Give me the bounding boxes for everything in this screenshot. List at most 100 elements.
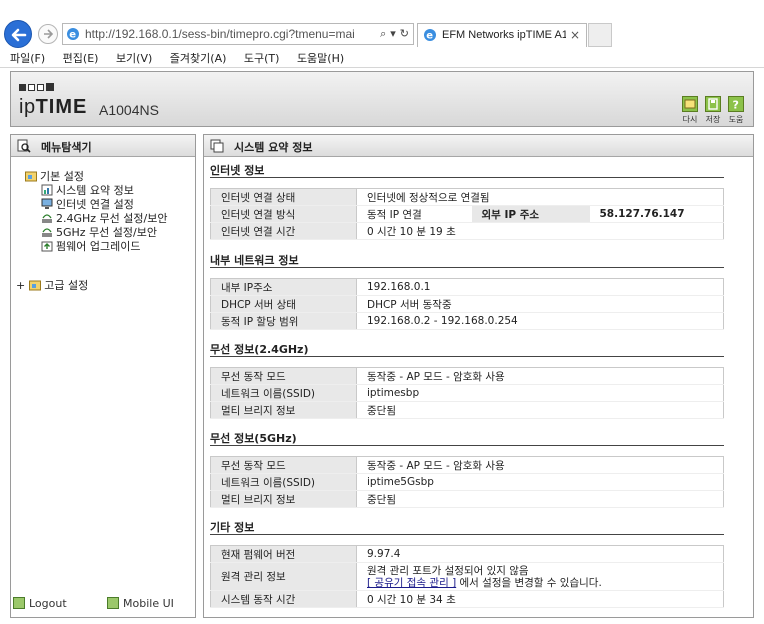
router-model: A1004NS [99, 102, 159, 118]
system-uptime: 0 시간 10 분 34 초 [356, 590, 724, 608]
row-value: iptime5Gsbp [356, 473, 724, 491]
lan-info-table: 내부 IP주소 192.168.0.1 DHCP 서버 상태 DHCP 서버 동작중… [210, 278, 724, 330]
row-value: 중단됨 [356, 490, 724, 508]
etc-info-heading: 기타 정보 [210, 521, 255, 534]
row-label: 시스템 동작 시간 [210, 590, 357, 608]
row-label: 동적 IP 할당 범위 [210, 312, 357, 330]
mobile-icon [107, 597, 119, 609]
tab-title: EFM Networks ipTIME A10... [442, 29, 566, 41]
forward-arrow-icon [44, 29, 54, 39]
table-row: 현재 펌웨어 버전 9.97.4 [210, 545, 724, 563]
menu-explorer-panel: 메뉴탐색기 기본 설정 시스템 요약 정보 인터넷 연결 설정 2.4GHz 무… [10, 134, 196, 618]
table-row: 무선 동작 모드 동작중 - AP 모드 - 암호화 사용 [210, 367, 724, 385]
remote-hint-text: 에서 설정을 변경할 수 있습니다. [459, 577, 602, 589]
table-row: 내부 IP주소 192.168.0.1 [210, 278, 724, 296]
etc-info-table: 현재 펌웨어 버전 9.97.4 원격 관리 정보 원격 관리 포트가 설정되어… [210, 545, 724, 608]
row-label: 네트워크 이름(SSID) [210, 384, 357, 402]
table-row: 원격 관리 정보 원격 관리 포트가 설정되어 있지 않음 [ 공유기 접속 관… [210, 562, 724, 591]
browser-tab-active[interactable]: e EFM Networks ipTIME A10... × [417, 23, 587, 47]
row-value: 192.168.0.1 [356, 278, 724, 296]
table-row: 무선 동작 모드 동작중 - AP 모드 - 암호화 사용 [210, 456, 724, 474]
refresh-icon[interactable]: ↻ [400, 27, 409, 40]
menu-explorer-header: 메뉴탐색기 [11, 135, 195, 157]
row-value: 동적 IP 연결 [356, 205, 472, 223]
row-value: DHCP 서버 동작중 [356, 295, 724, 313]
table-row: 인터넷 연결 시간 0 시간 10 분 19 초 [210, 222, 724, 240]
save-button[interactable]: 저장 [703, 96, 723, 125]
row-label: 무선 동작 모드 [210, 456, 357, 474]
address-bar[interactable]: e http://192.168.0.1/sess-bin/timepro.cg… [62, 23, 414, 45]
row-label: 원격 관리 정보 [210, 562, 357, 591]
menu-view[interactable]: 보기(V) [116, 48, 152, 66]
row-label: 내부 IP주소 [210, 278, 357, 296]
tree-group-advanced[interactable]: + 고급 설정 [16, 277, 88, 293]
divider [210, 267, 724, 268]
table-row: 인터넷 연결 상태 인터넷에 정상적으로 연결됨 [210, 188, 724, 206]
mobile-ui-button[interactable]: Mobile UI [107, 597, 174, 610]
browser-chrome: e http://192.168.0.1/sess-bin/timepro.cg… [0, 0, 764, 68]
help-icon: ? [728, 96, 744, 112]
chart-page-icon [41, 184, 53, 196]
divider [210, 356, 724, 357]
iptime-logo: ipTIME [19, 96, 88, 118]
magnifier-icon [17, 139, 31, 153]
menu-edit[interactable]: 편집(E) [63, 48, 99, 66]
row-value: iptimesbp [356, 384, 724, 402]
firmware-version: 9.97.4 [356, 545, 724, 563]
row-label: 멀티 브리지 정보 [210, 490, 357, 508]
folder-icon [29, 280, 42, 291]
lan-info-heading: 내부 네트워크 정보 [210, 254, 299, 267]
svg-text:?: ? [733, 99, 739, 112]
row-value: 192.168.0.2 - 192.168.0.254 [356, 312, 724, 330]
menu-favorites[interactable]: 즐겨찾기(A) [170, 48, 227, 66]
system-summary-header: 시스템 요약 정보 [204, 135, 753, 157]
svg-text:e: e [426, 31, 433, 42]
divider [210, 534, 724, 535]
monitor-icon [41, 198, 53, 209]
row-label: 인터넷 연결 방식 [210, 205, 357, 223]
menu-explorer-title: 메뉴탐색기 [41, 141, 92, 154]
remote-access-link[interactable]: [ 공유기 접속 관리 ] [367, 577, 456, 589]
row-label: DHCP 서버 상태 [210, 295, 357, 313]
restart-button[interactable]: 다시 [680, 96, 700, 125]
forward-button[interactable] [38, 24, 58, 44]
help-button[interactable]: ? 도움 [726, 96, 746, 125]
row-value: 0 시간 10 분 19 초 [356, 222, 724, 240]
new-tab-button[interactable] [588, 23, 612, 47]
url-text: http://192.168.0.1/sess-bin/timepro.cgi?… [85, 27, 355, 41]
table-row: 멀티 브리지 정보 중단됨 [210, 401, 724, 419]
menu-help[interactable]: 도움말(H) [297, 48, 344, 66]
address-tools: ⌕ ▾ ↻ [376, 27, 409, 41]
row-label: 네트워크 이름(SSID) [210, 473, 357, 491]
sidebar-item-firmware-upgrade[interactable]: 펌웨어 업그레이드 [41, 238, 140, 254]
table-row: 멀티 브리지 정보 중단됨 [210, 490, 724, 508]
internet-info-heading: 인터넷 정보 [210, 164, 265, 177]
menu-file[interactable]: 파일(F) [10, 48, 45, 66]
logout-button[interactable]: Logout [13, 597, 67, 610]
table-row: 네트워크 이름(SSID) iptime5Gsbp [210, 473, 724, 491]
menu-bar: 파일(F) 편집(E) 보기(V) 즐겨찾기(A) 도구(T) 도움말(H) [0, 48, 764, 66]
left-panel-footer: Logout Mobile UI [11, 595, 195, 615]
row-label: 멀티 브리지 정보 [210, 401, 357, 419]
wifi24-info-heading: 무선 정보(2.4GHz) [210, 343, 309, 356]
save-icon [705, 96, 721, 112]
logo-squares-icon [19, 81, 56, 94]
external-ip-value: 58.127.76.147 [589, 205, 724, 223]
wireless-icon [42, 214, 52, 223]
close-tab-icon[interactable]: × [570, 28, 580, 42]
upgrade-icon [41, 241, 53, 252]
table-row: 동적 IP 할당 범위 192.168.0.2 - 192.168.0.254 [210, 312, 724, 330]
back-button[interactable] [4, 20, 32, 48]
ie-tab-icon: e [424, 29, 436, 42]
row-value: 인터넷에 정상적으로 연결됨 [356, 188, 724, 206]
ie-page-icon: e [67, 28, 79, 41]
search-icon[interactable]: ⌕ [380, 27, 386, 40]
menu-tools[interactable]: 도구(T) [244, 48, 280, 66]
external-ip-label: 외부 IP 주소 [471, 205, 590, 223]
wifi5-info-table: 무선 동작 모드 동작중 - AP 모드 - 암호화 사용 네트워크 이름(SSI… [210, 456, 724, 508]
expand-icon[interactable]: + [16, 279, 25, 292]
restart-icon [682, 96, 698, 112]
row-label: 인터넷 연결 상태 [210, 188, 357, 206]
wifi24-info-table: 무선 동작 모드 동작중 - AP 모드 - 암호화 사용 네트워크 이름(SSI… [210, 367, 724, 419]
dropdown-icon[interactable]: ▾ [390, 27, 396, 40]
